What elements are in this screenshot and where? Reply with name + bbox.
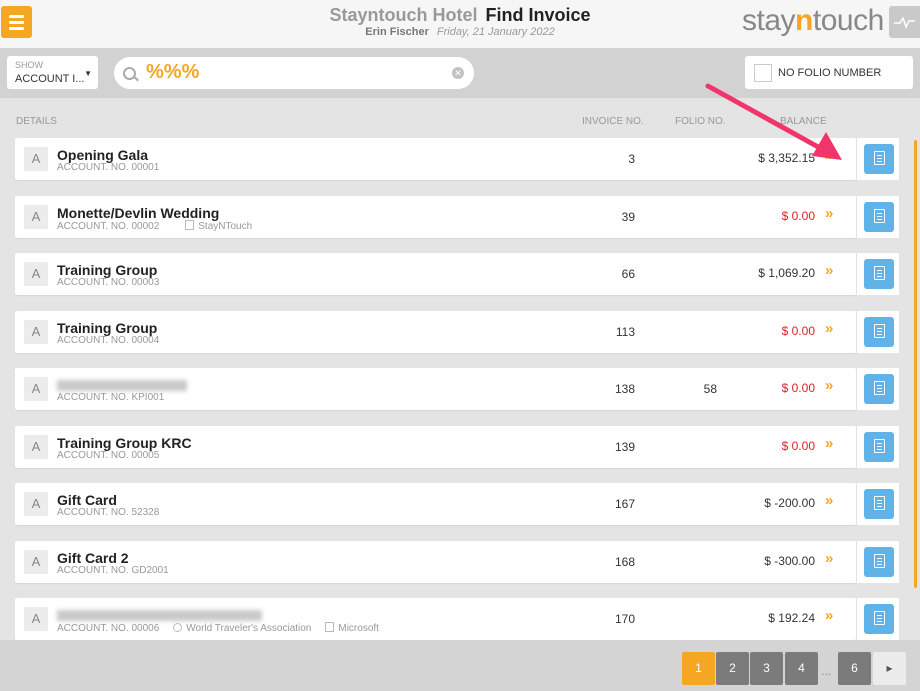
annotation-arrow [705,83,842,160]
